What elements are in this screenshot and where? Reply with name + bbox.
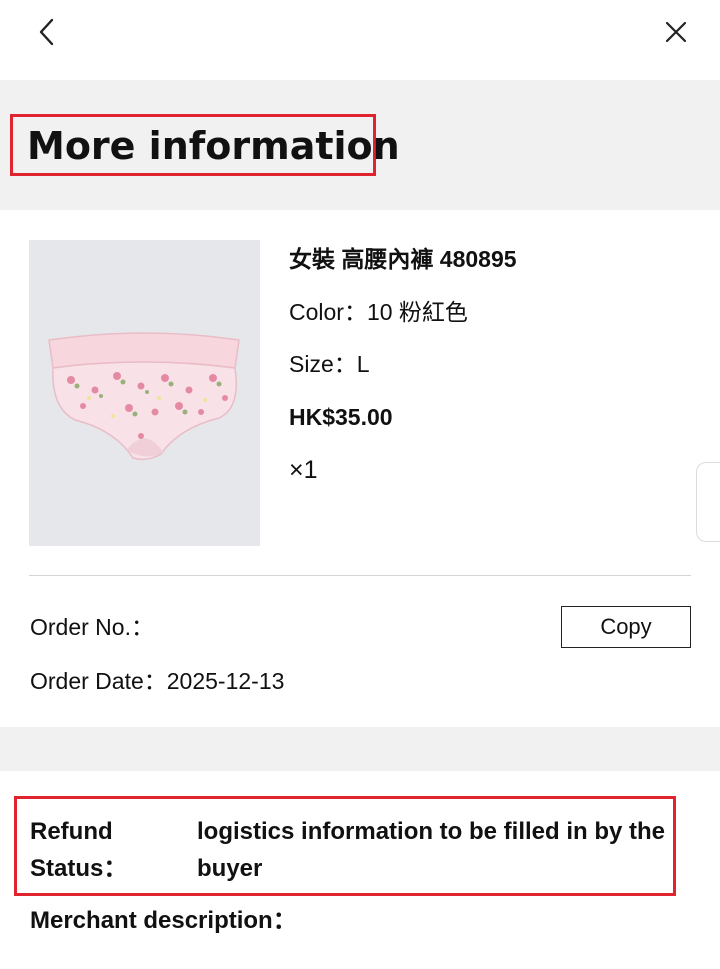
refund-status-highlight: Refund Status： logistics information to … — [14, 796, 676, 896]
pink-floral-briefs-image — [48, 332, 240, 461]
divider — [29, 575, 691, 576]
refund-status-value: logistics information to be filled in by… — [197, 818, 666, 882]
floating-side-tab[interactable] — [696, 462, 720, 542]
order-number: Order No.： — [30, 614, 154, 640]
order-item-card: 女裝 高腰內褲 480895 Color：10 粉紅色 Size：L HK$35… — [0, 210, 720, 727]
product-image[interactable] — [29, 240, 260, 546]
refund-status-label: Refund Status： — [30, 818, 128, 882]
product-size: Size：L — [289, 351, 370, 377]
page-title-highlight: More information — [10, 114, 400, 176]
product-name: 女裝 高腰內褲 480895 — [289, 246, 517, 272]
product-color: Color：10 粉紅色 — [289, 299, 468, 325]
merchant-description-label: Merchant description： — [30, 907, 297, 934]
chevron-left-icon[interactable] — [30, 14, 66, 50]
order-date: Order Date：2025-12-13 — [30, 668, 285, 694]
page-header: More information — [0, 80, 720, 210]
page-title: More information — [27, 124, 400, 168]
copy-order-number-button[interactable]: Copy — [561, 606, 691, 648]
close-icon[interactable] — [658, 14, 694, 50]
product-quantity: ×1 — [289, 456, 318, 484]
product-price: HK$35.00 — [289, 404, 393, 430]
top-navigation-bar — [0, 0, 720, 80]
section-separator — [0, 727, 720, 771]
